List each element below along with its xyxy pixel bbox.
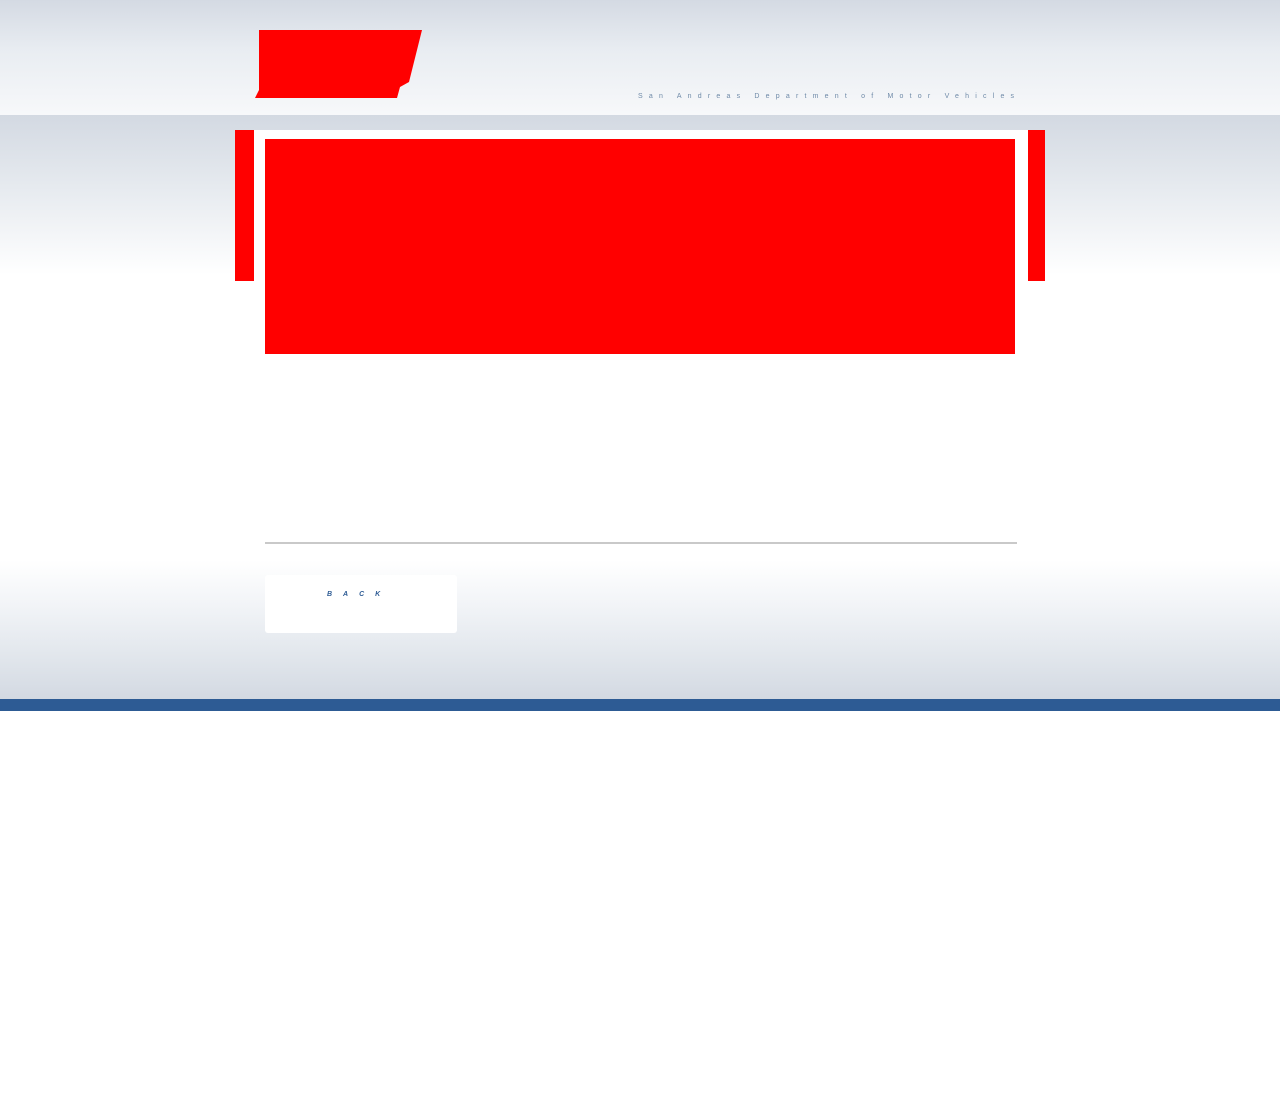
left-side-image bbox=[235, 130, 254, 281]
site-tagline: San Andreas Department of Motor Vehicles bbox=[638, 93, 1021, 100]
back-button[interactable]: BACK bbox=[265, 575, 457, 633]
footer-stripe bbox=[0, 699, 1280, 711]
dmv-logo-icon[interactable] bbox=[255, 30, 423, 99]
footer-background bbox=[0, 560, 1280, 699]
content-divider bbox=[265, 542, 1017, 544]
page: San Andreas Department of Motor Vehicles… bbox=[0, 0, 1280, 1108]
hero-banner-image bbox=[265, 139, 1015, 354]
site-header: San Andreas Department of Motor Vehicles bbox=[0, 0, 1280, 115]
back-button-label: BACK bbox=[327, 591, 392, 598]
right-side-image bbox=[1028, 130, 1045, 281]
